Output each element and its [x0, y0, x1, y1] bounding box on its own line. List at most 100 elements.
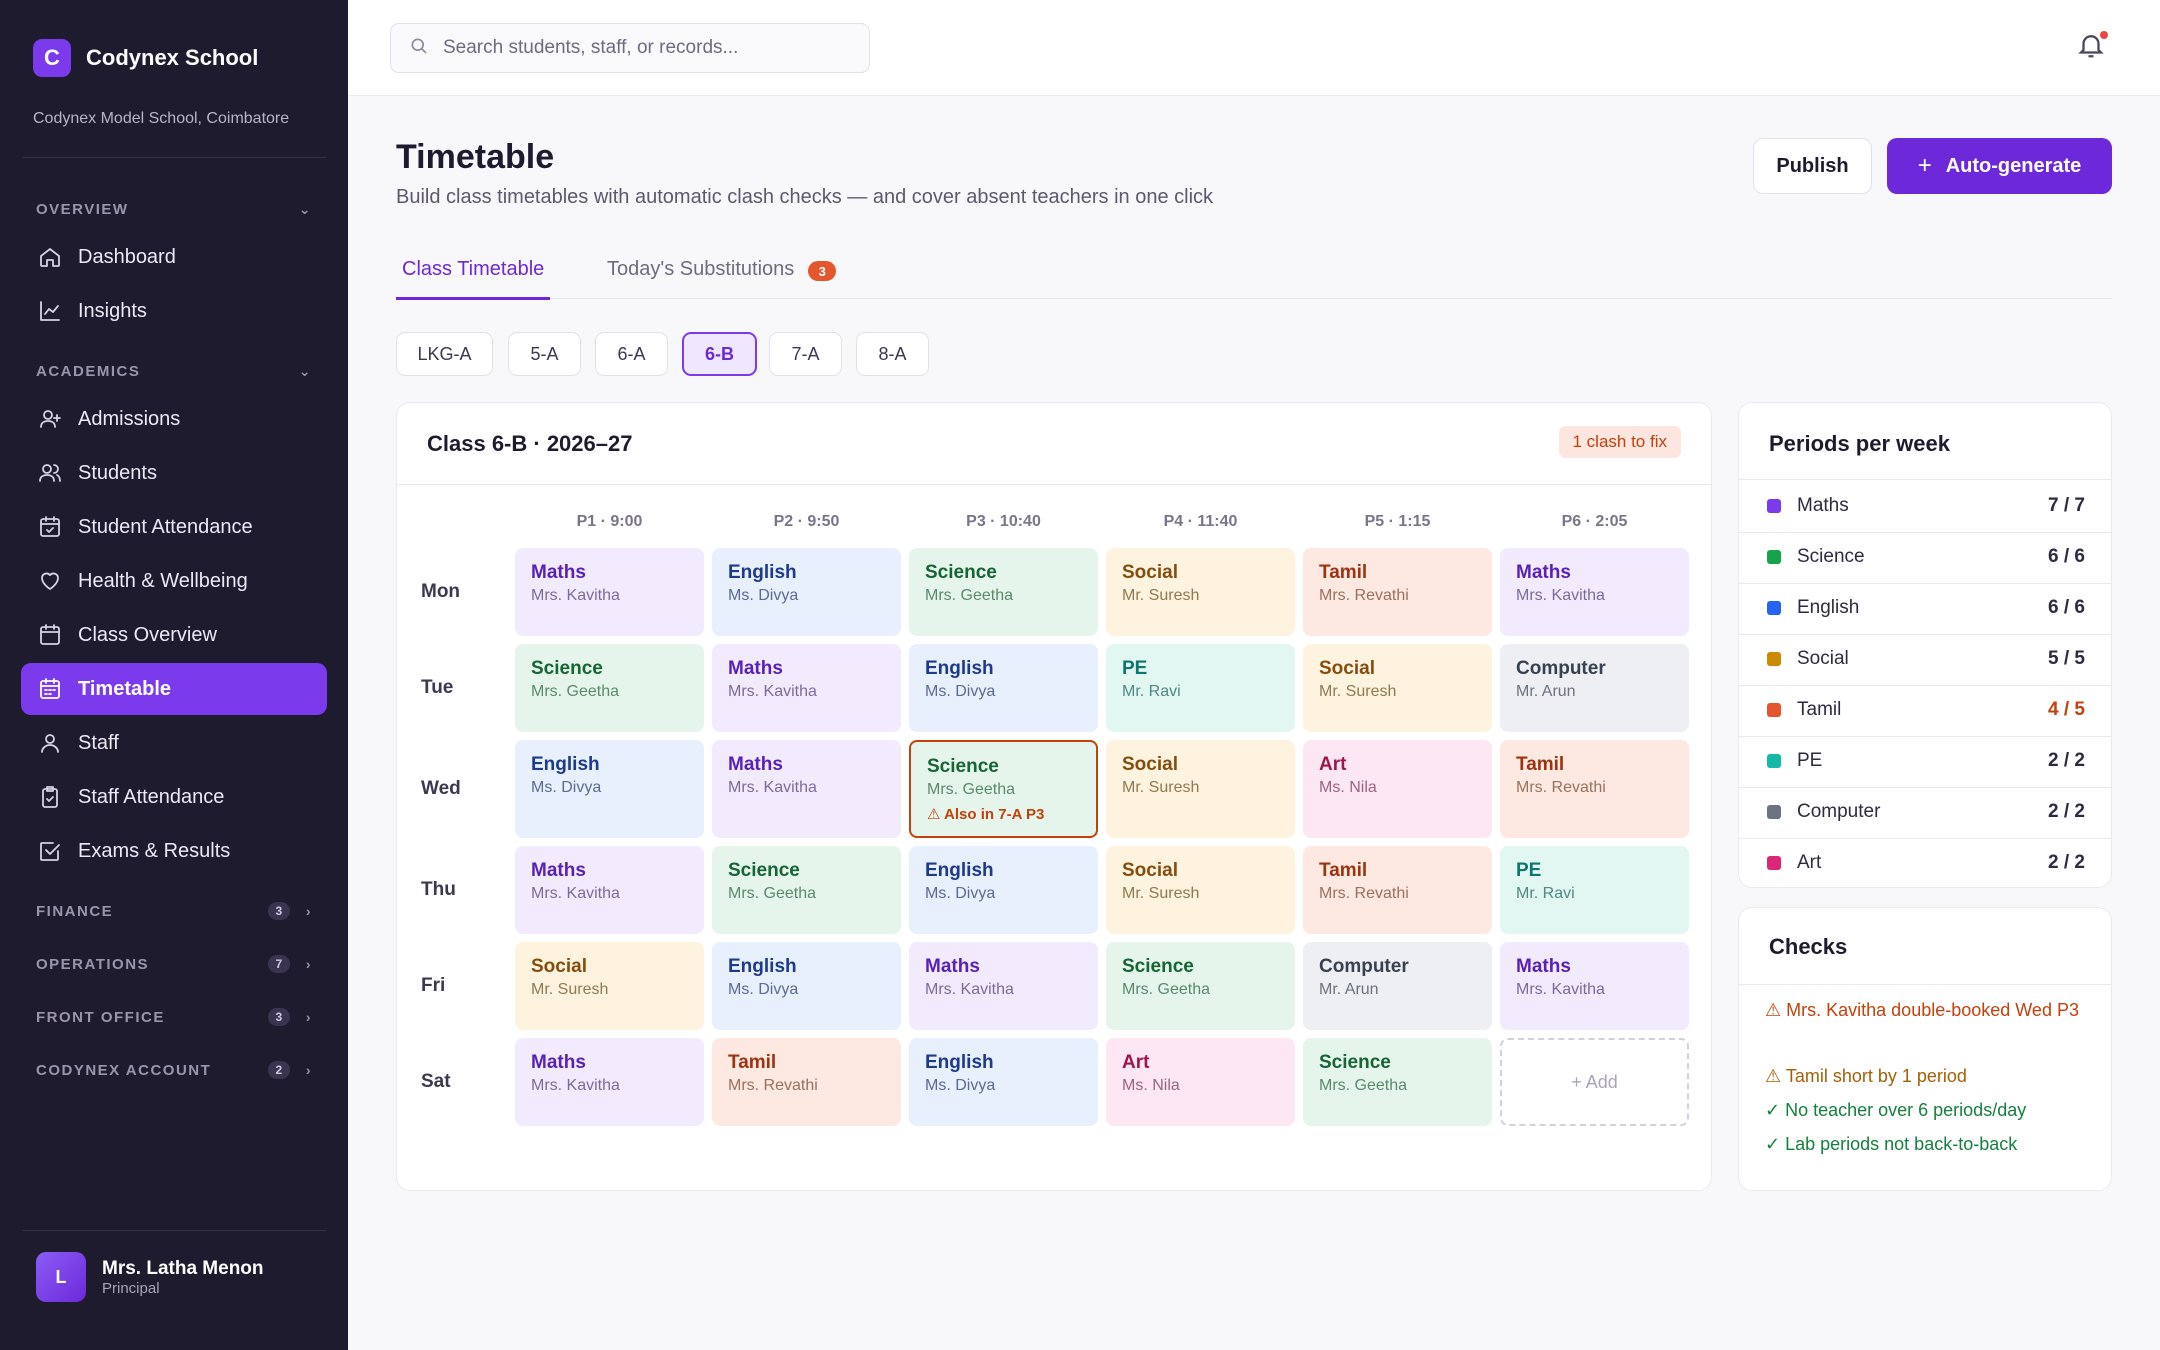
- sidebar-item-student-attendance[interactable]: Student Attendance: [21, 501, 327, 553]
- clash-badge[interactable]: 1 clash to fix: [1558, 426, 1681, 458]
- tab-class-timetable[interactable]: Class Timetable: [396, 258, 551, 300]
- section-overview[interactable]: OVERVIEW ⌄: [36, 199, 312, 219]
- class-pill-6-b[interactable]: 6-B: [682, 332, 757, 376]
- brand[interactable]: C Codynex School: [33, 39, 258, 77]
- section-codynex-account[interactable]: CODYNEX ACCOUNT 2 ›: [36, 1060, 312, 1080]
- timetable-cell[interactable]: Science Mrs. Geetha: [515, 644, 704, 732]
- class-pill-6-a[interactable]: 6-A: [595, 332, 668, 376]
- cell-teacher: Mr. Suresh: [1122, 885, 1200, 902]
- add-period-button[interactable]: + Add: [1500, 1038, 1689, 1126]
- timetable-cell[interactable]: Social Mr. Suresh: [1106, 740, 1295, 838]
- color-swatch: [1767, 499, 1781, 513]
- timetable-cell[interactable]: Science Mrs. Geetha: [909, 548, 1098, 636]
- cell-subject: Tamil: [1516, 754, 1565, 775]
- user-profile[interactable]: L Mrs. Latha Menon Principal: [36, 1252, 264, 1302]
- timetable-cell[interactable]: English Ms. Divya: [712, 942, 901, 1030]
- sidebar-item-health[interactable]: Health & Wellbeing: [21, 555, 327, 607]
- sidebar-item-insights[interactable]: Insights: [21, 285, 327, 337]
- sidebar-item-staff[interactable]: Staff: [21, 717, 327, 769]
- notifications-button[interactable]: [2076, 30, 2110, 64]
- timetable-cell[interactable]: Social Mr. Suresh: [1106, 548, 1295, 636]
- publish-button[interactable]: Publish: [1753, 138, 1872, 194]
- timetable-cell[interactable]: Computer Mr. Arun: [1500, 644, 1689, 732]
- sidebar-item-exams[interactable]: Exams & Results: [21, 825, 327, 877]
- cell-teacher: Mr. Ravi: [1122, 683, 1181, 700]
- subject-name: PE: [1797, 750, 1823, 771]
- sidebar-item-timetable[interactable]: Timetable: [21, 663, 327, 715]
- timetable-cell[interactable]: Maths Mrs. Kavitha: [515, 1038, 704, 1126]
- sidebar-item-staff-attendance[interactable]: Staff Attendance: [21, 771, 327, 823]
- timetable-cell[interactable]: Science Mrs. Geetha: [712, 846, 901, 934]
- period-count: 7 / 7: [2048, 495, 2085, 516]
- timetable-cell[interactable]: Science Mrs. Geetha ⚠ Also in 7-A P3: [909, 740, 1098, 838]
- timetable-cell[interactable]: Science Mrs. Geetha: [1106, 942, 1295, 1030]
- timetable-cell[interactable]: English Ms. Divya: [909, 846, 1098, 934]
- timetable-cell[interactable]: English Ms. Divya: [712, 548, 901, 636]
- tab-substitutions[interactable]: Today's Substitutions 3: [607, 258, 837, 300]
- timetable-cell[interactable]: Maths Mrs. Kavitha: [909, 942, 1098, 1030]
- section-operations[interactable]: OPERATIONS 7 ›: [36, 954, 312, 974]
- section-academics[interactable]: ACADEMICS ⌄: [36, 361, 312, 381]
- sidebar-item-dashboard[interactable]: Dashboard: [21, 231, 327, 283]
- chevron-down-icon: ⌄: [298, 200, 312, 217]
- sidebar-item-class-overview[interactable]: Class Overview: [21, 609, 327, 661]
- timetable-cell[interactable]: Social Mr. Suresh: [515, 942, 704, 1030]
- section-front-office-label: FRONT OFFICE: [36, 1008, 165, 1026]
- timetable-cell[interactable]: Maths Mrs. Kavitha: [712, 644, 901, 732]
- timetable-cell[interactable]: Science Mrs. Geetha: [1303, 1038, 1492, 1126]
- section-finance[interactable]: FINANCE 3 ›: [36, 901, 312, 921]
- class-pill-5-a[interactable]: 5-A: [508, 332, 581, 376]
- period-count: 6 / 6: [2048, 597, 2085, 618]
- timetable-cell[interactable]: Tamil Mrs. Revathi: [1303, 548, 1492, 636]
- timetable-cell[interactable]: Tamil Mrs. Revathi: [1303, 846, 1492, 934]
- timetable-cell[interactable]: Maths Mrs. Kavitha: [712, 740, 901, 838]
- class-pill-7-a[interactable]: 7-A: [769, 332, 842, 376]
- period-count: 5 / 5: [2048, 648, 2085, 669]
- subject-period-row: PE 2 / 2: [1767, 736, 2085, 786]
- subject-name: Tamil: [1797, 699, 1842, 720]
- cell-subject: Art: [1122, 1052, 1150, 1073]
- chevron-down-icon: ⌄: [298, 362, 312, 379]
- subject-name: English: [1797, 597, 1860, 618]
- day-label: Sat: [421, 1071, 451, 1092]
- timetable-cell[interactable]: Tamil Mrs. Revathi: [1500, 740, 1689, 838]
- section-front-office[interactable]: FRONT OFFICE 3 ›: [36, 1007, 312, 1027]
- timetable-cell[interactable]: Tamil Mrs. Revathi: [712, 1038, 901, 1126]
- cell-subject: English: [531, 754, 600, 775]
- timetable-cell[interactable]: Art Ms. Nila: [1106, 1038, 1295, 1126]
- timetable-cell[interactable]: Maths Mrs. Kavitha: [515, 846, 704, 934]
- cell-teacher: Mr. Ravi: [1516, 885, 1575, 902]
- timetable-cell[interactable]: Computer Mr. Arun: [1303, 942, 1492, 1030]
- timetable-cell[interactable]: English Ms. Divya: [909, 644, 1098, 732]
- user-plus-icon: [37, 406, 63, 432]
- auto-generate-label: Auto-generate: [1945, 154, 2082, 177]
- section-codynex-account-label: CODYNEX ACCOUNT: [36, 1061, 212, 1079]
- period-header: P1 · 9:00: [576, 513, 643, 530]
- timetable-cell[interactable]: English Ms. Divya: [909, 1038, 1098, 1126]
- calendar-check-icon: [37, 514, 63, 540]
- timetable-cell[interactable]: PE Mr. Ravi: [1500, 846, 1689, 934]
- class-pill-8-a[interactable]: 8-A: [856, 332, 929, 376]
- cell-teacher: Ms. Nila: [1319, 779, 1377, 796]
- search-box[interactable]: [390, 23, 870, 73]
- timetable-cell[interactable]: Social Mr. Suresh: [1106, 846, 1295, 934]
- class-pill-lkg-a[interactable]: LKG-A: [396, 332, 493, 376]
- timetable-cell[interactable]: Maths Mrs. Kavitha: [1500, 942, 1689, 1030]
- auto-generate-button[interactable]: + Auto-generate: [1887, 138, 2112, 194]
- search-input[interactable]: [443, 37, 843, 59]
- cell-subject: Science: [1122, 956, 1194, 977]
- timetable-cell[interactable]: Art Ms. Nila: [1303, 740, 1492, 838]
- cell-subject: Computer: [1319, 956, 1409, 977]
- sidebar-item-students[interactable]: Students: [21, 447, 327, 499]
- timetable-cell[interactable]: PE Mr. Ravi: [1106, 644, 1295, 732]
- sidebar-item-admissions[interactable]: Admissions: [21, 393, 327, 445]
- subject-period-row: English 6 / 6: [1767, 583, 2085, 633]
- user-name: Mrs. Latha Menon: [102, 1257, 264, 1279]
- cell-teacher: Ms. Divya: [925, 1077, 996, 1094]
- timetable-cell[interactable]: Maths Mrs. Kavitha: [1500, 548, 1689, 636]
- cell-subject: Science: [927, 756, 999, 777]
- sidebar-item-label: Staff Attendance: [78, 785, 225, 808]
- timetable-cell[interactable]: English Ms. Divya: [515, 740, 704, 838]
- timetable-cell[interactable]: Maths Mrs. Kavitha: [515, 548, 704, 636]
- timetable-cell[interactable]: Social Mr. Suresh: [1303, 644, 1492, 732]
